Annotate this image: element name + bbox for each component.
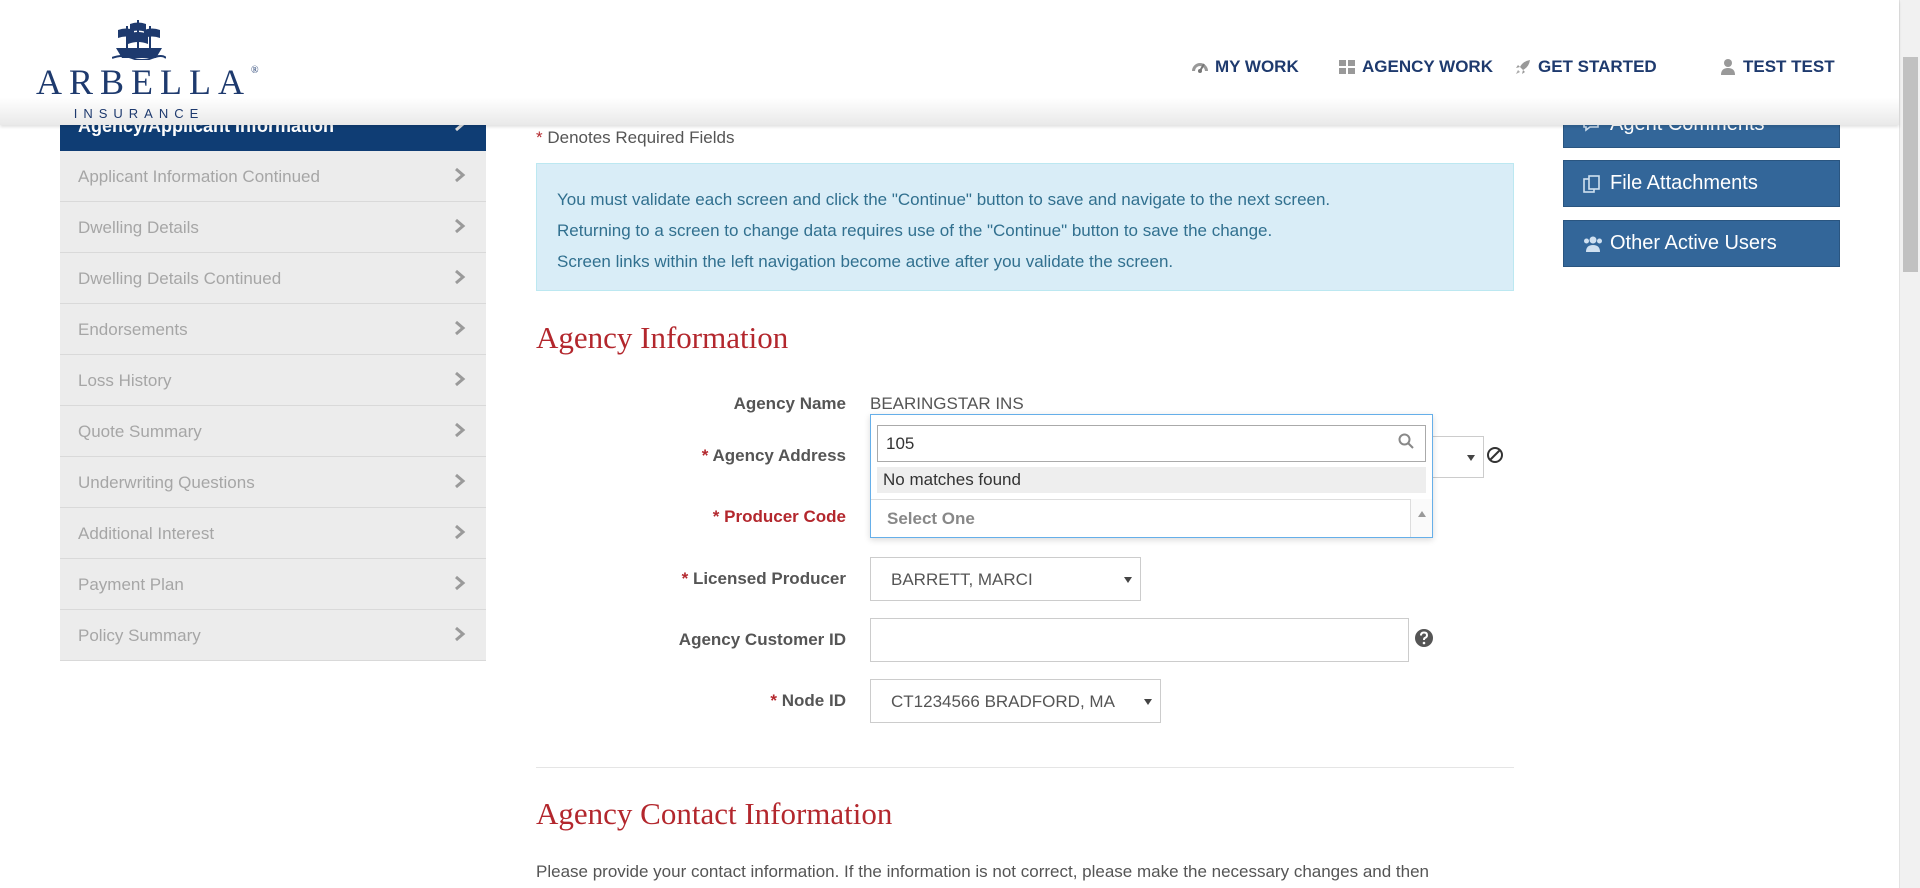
sidebar-item-label: Payment Plan [78, 575, 184, 594]
info-line: Returning to a screen to change data req… [557, 221, 1273, 240]
agency-customer-id-input[interactable] [870, 618, 1409, 662]
chevron-right-icon [455, 626, 466, 642]
nav-my-work-label: MY WORK [1215, 57, 1299, 76]
nav-user-label: TEST TEST [1743, 57, 1835, 76]
nav-get-started[interactable]: GET STARTED [1514, 57, 1657, 77]
sidebar-item-quote-summary[interactable]: Quote Summary [60, 406, 486, 457]
search-icon [1398, 433, 1414, 449]
file-attachments-label: File Attachments [1610, 172, 1758, 194]
sidebar-item-label: Dwelling Details Continued [78, 269, 282, 288]
nav-agency-work-label: AGENCY WORK [1362, 57, 1493, 76]
agency-customer-id-label: Agency Customer ID [678, 630, 846, 649]
required-note-text: Denotes Required Fields [547, 128, 735, 147]
sidebar-item-label: Endorsements [78, 320, 188, 339]
top-header: ARBELLA® INSURANCE MY WORK AGENCY WORK G… [0, 0, 1899, 125]
chevron-right-icon [455, 269, 466, 285]
sidebar-item-payment-plan[interactable]: Payment Plan [60, 559, 486, 610]
file-attachments-icon [1583, 174, 1600, 193]
agency-address-label: * Agency Address [701, 446, 846, 465]
node-id-label: * Node ID [770, 691, 846, 710]
page-scrollbar[interactable] [1899, 0, 1920, 888]
chevron-right-icon [455, 575, 466, 591]
info-alert: You must validate each screen and click … [536, 163, 1514, 291]
sidebar-item-label: Quote Summary [78, 422, 202, 441]
dashboard-icon [1192, 63, 1208, 73]
sidebar-item-label: Loss History [78, 371, 172, 390]
dropdown-search-input[interactable] [877, 425, 1426, 462]
node-id-select[interactable]: CT1234566 BRADFORD, MA [870, 679, 1161, 723]
agency-name-value: BEARINGSTAR INS [870, 394, 1024, 413]
logo-text: ARBELLA® [36, 62, 259, 102]
agency-address-select[interactable] [1428, 436, 1484, 478]
nav-get-started-label: GET STARTED [1538, 57, 1657, 76]
chevron-right-icon [455, 167, 466, 183]
other-active-users-button[interactable]: Other Active Users [1563, 220, 1840, 267]
chevron-right-icon [455, 218, 466, 234]
sidebar-item-label: Dwelling Details [78, 218, 199, 237]
sidebar-item-label: Additional Interest [78, 524, 215, 543]
chevron-right-icon [455, 473, 466, 489]
chevron-right-icon [455, 320, 466, 336]
licensed-producer-value: BARRETT, MARCI [891, 570, 1033, 589]
sidebar-item-policy-summary[interactable]: Policy Summary [60, 610, 486, 661]
agency-name-label: Agency Name [733, 394, 846, 413]
dropdown-toggle[interactable] [1410, 499, 1432, 537]
chevron-right-icon [455, 422, 466, 438]
producer-code-label: * Producer Code [712, 507, 846, 526]
scrollbar-thumb[interactable] [1903, 57, 1918, 272]
other-active-users-label: Other Active Users [1610, 232, 1777, 254]
clear-address-icon[interactable] [1486, 446, 1504, 464]
nav-user-menu[interactable]: TEST TEST [1719, 57, 1835, 77]
sidebar-item-dwelling-details-continued[interactable]: Dwelling Details Continued [60, 253, 486, 304]
required-star: * [536, 128, 543, 147]
left-sidebar-nav: Agency/Applicant Information Applicant I… [60, 100, 486, 661]
sidebar-item-endorsements[interactable]: Endorsements [60, 304, 486, 355]
sidebar-item-label: Applicant Information Continued [78, 167, 320, 186]
section-divider [536, 767, 1514, 768]
contact-instructions: Please provide your contact information.… [536, 862, 1429, 881]
caret-down-icon [1144, 699, 1152, 705]
nav-my-work[interactable]: MY WORK [1191, 57, 1299, 77]
sidebar-item-applicant-info-continued[interactable]: Applicant Information Continued [60, 151, 486, 202]
dropdown-no-matches: No matches found [877, 467, 1426, 493]
licensed-producer-label: * Licensed Producer [681, 569, 846, 588]
sidebar-item-underwriting-questions[interactable]: Underwriting Questions [60, 457, 486, 508]
node-id-value: CT1234566 BRADFORD, MA [891, 692, 1115, 711]
file-attachments-button[interactable]: File Attachments [1563, 160, 1840, 207]
dropdown-selected-value[interactable]: Select One [871, 499, 1432, 537]
grid-icon [1339, 60, 1355, 74]
sidebar-item-dwelling-details[interactable]: Dwelling Details [60, 202, 486, 253]
sidebar-item-additional-interest[interactable]: Additional Interest [60, 508, 486, 559]
chevron-right-icon [455, 371, 466, 387]
users-icon [1584, 236, 1602, 252]
required-fields-note: * Denotes Required Fields [536, 128, 734, 148]
caret-down-icon [1124, 577, 1132, 583]
rocket-icon [1516, 60, 1530, 74]
nav-agency-work[interactable]: AGENCY WORK [1338, 57, 1493, 77]
chevron-right-icon [455, 524, 466, 540]
arbella-logo[interactable]: ARBELLA® INSURANCE [36, 18, 259, 121]
caret-down-icon [1467, 455, 1475, 461]
sidebar-item-loss-history[interactable]: Loss History [60, 355, 486, 406]
sidebar-item-label: Underwriting Questions [78, 473, 255, 492]
ship-logo-icon [112, 20, 166, 60]
sidebar-item-label: Policy Summary [78, 626, 201, 645]
licensed-producer-select[interactable]: BARRETT, MARCI [870, 557, 1141, 601]
agency-information-title: Agency Information [536, 320, 789, 355]
help-question-icon[interactable] [1414, 628, 1434, 648]
agency-contact-information-title: Agency Contact Information [536, 796, 893, 831]
logo-subtext: INSURANCE [73, 106, 205, 121]
user-icon [1721, 59, 1735, 75]
info-line: You must validate each screen and click … [557, 190, 1331, 209]
caret-up-icon [1418, 511, 1426, 517]
info-line: Screen links within the left navigation … [557, 252, 1174, 271]
producer-code-dropdown[interactable]: No matches found Select One [870, 414, 1433, 538]
